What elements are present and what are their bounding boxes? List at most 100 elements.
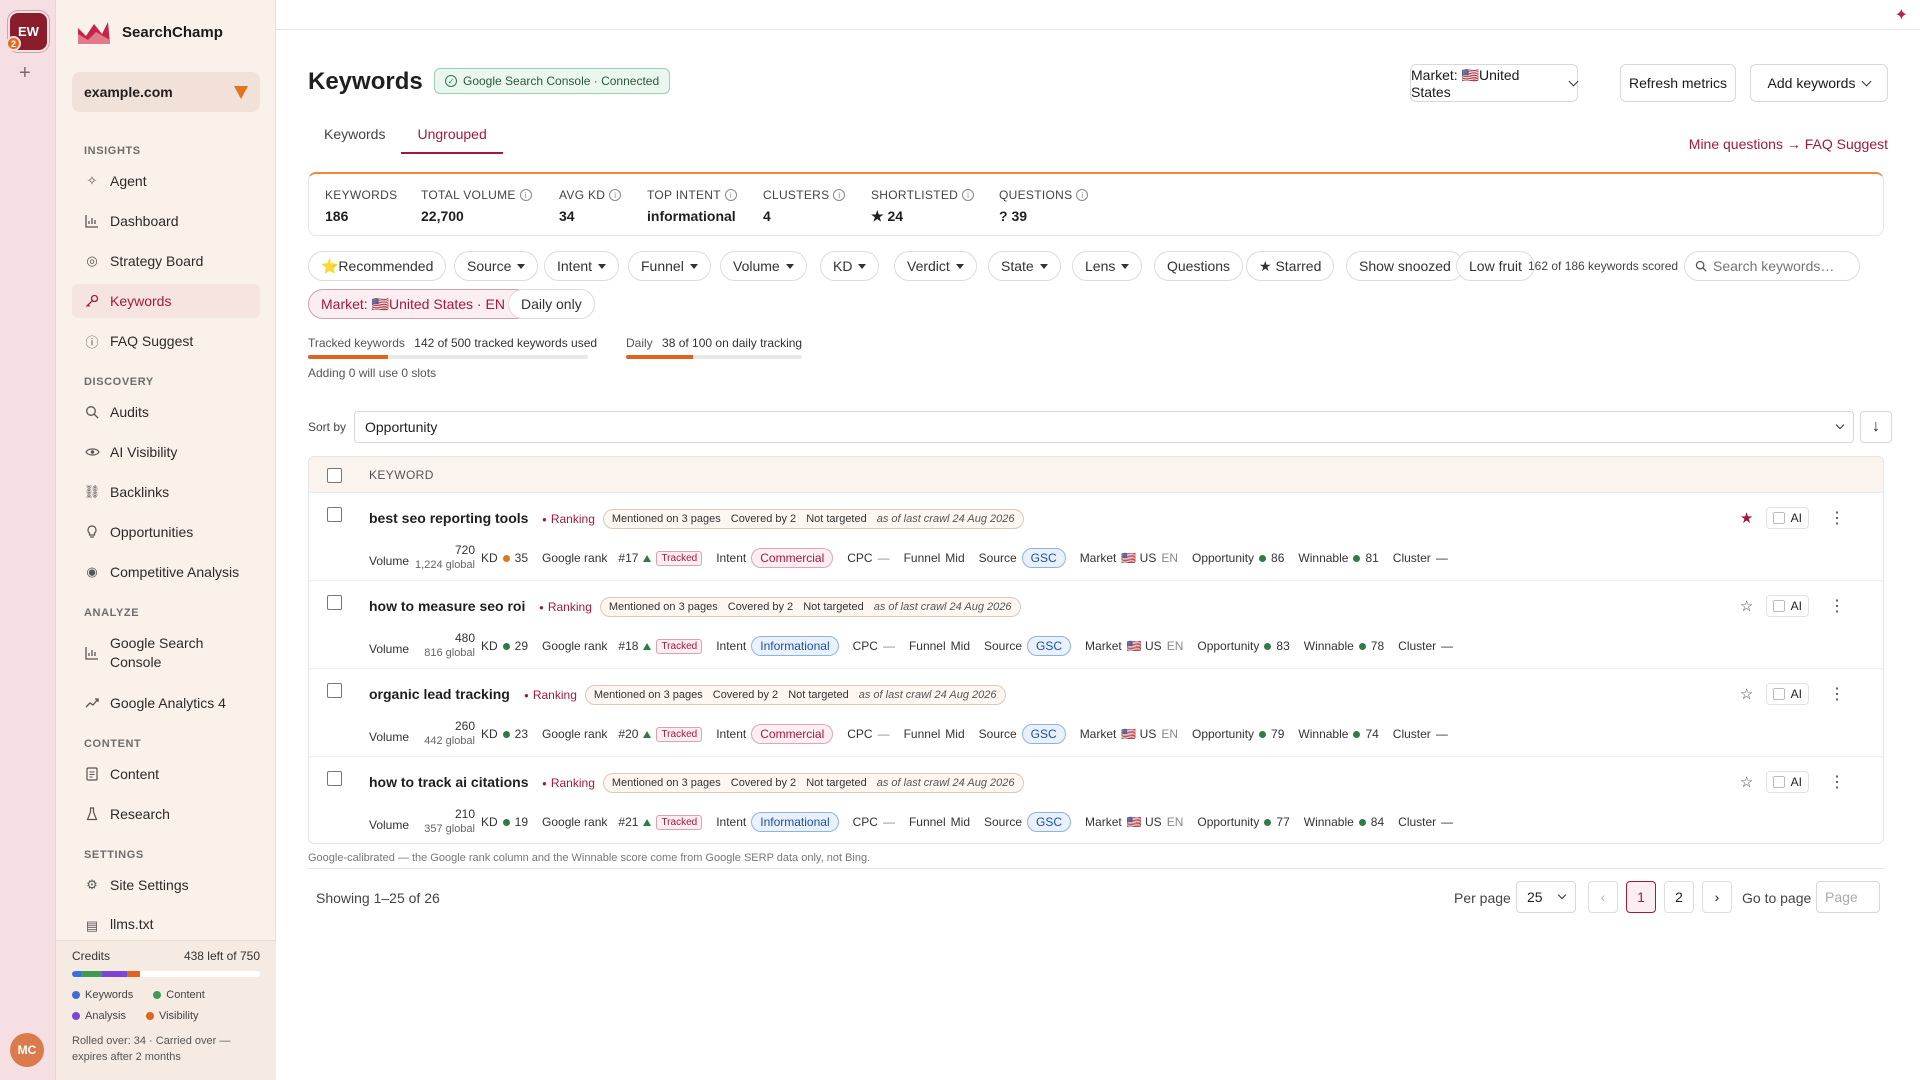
page-2-button[interactable]: 2 [1664,881,1694,913]
sort-direction-button[interactable]: ↓ [1860,411,1892,443]
add-keywords-button[interactable]: Add keywords [1750,64,1888,102]
sidebar-item-site-settings[interactable]: ⚙ Site Settings [72,868,260,902]
sidebar-item-keywords[interactable]: Keywords [72,284,260,318]
source-pill[interactable]: GSC [1021,548,1066,568]
row-checkbox[interactable] [327,771,342,786]
filter-verdict[interactable]: Verdict [894,251,977,281]
trend-up-icon [643,730,652,738]
sidebar-item-content[interactable]: Content [72,757,260,791]
ai-checkbox[interactable] [1772,776,1785,788]
keyword-text[interactable]: organic lead tracking [369,686,510,702]
more-options-icon[interactable]: ⋮ [1829,508,1845,528]
sidebar-item-google-analytics-4[interactable]: Google Analytics 4 [72,686,260,720]
source-pill[interactable]: GSC [1027,812,1072,832]
brand[interactable]: SearchChamp [76,18,223,46]
row-checkbox[interactable] [327,507,342,522]
filter-kd[interactable]: KD [820,251,880,281]
per-page-select[interactable]: 25 [1516,881,1576,913]
ai-sparkle-icon[interactable]: ✦ [1895,5,1908,25]
sidebar-item-audits[interactable]: Audits [72,395,260,429]
filter-starred[interactable]: ★ Starred [1246,251,1335,281]
sidebar-item-strategy-board[interactable]: ◎ Strategy Board [72,244,260,278]
ai-toggle[interactable]: AI [1765,683,1809,705]
source-pill[interactable]: GSC [1027,636,1072,656]
intent-pill[interactable]: Informational [751,636,839,656]
filter-show-snoozed[interactable]: Show snoozed [1346,251,1464,281]
sidebar-item-google-search-console[interactable]: Google Search Console [72,631,260,675]
sort-select[interactable]: Opportunity [354,411,1854,443]
row-checkbox[interactable] [327,595,342,610]
info-icon[interactable]: i [519,189,532,201]
prev-page-button[interactable]: ‹ [1588,881,1618,913]
search-box[interactable] [1684,251,1860,281]
tab-ungrouped[interactable]: Ungrouped [401,118,503,154]
keyword-text[interactable]: how to measure seo roi [369,598,525,614]
star-icon[interactable]: ☆ [1738,597,1756,615]
refresh-metrics-button[interactable]: Refresh metrics [1620,64,1736,102]
filter-low-fruit[interactable]: Low fruit [1456,251,1535,281]
filter-lens[interactable]: Lens [1072,251,1143,281]
info-icon[interactable]: i [833,189,846,201]
ai-toggle[interactable]: AI [1765,771,1809,793]
info-icon[interactable]: i [609,189,622,201]
sidebar-item-competitive-analysis[interactable]: ◉ Competitive Analysis [72,555,260,589]
more-options-icon[interactable]: ⋮ [1829,596,1845,616]
intent-pill[interactable]: Commercial [751,548,834,568]
star-icon[interactable]: ★ [1738,509,1756,527]
user-avatar[interactable]: MC [10,1033,44,1067]
next-page-button[interactable]: › [1702,881,1732,913]
star-icon[interactable]: ☆ [1738,773,1756,791]
keyword-text[interactable]: how to track ai citations [369,774,528,790]
chevron-down-icon [1835,420,1845,430]
sidebar-item-faq-suggest[interactable]: ⓘ FAQ Suggest [72,324,260,358]
market-select-button[interactable]: Market: 🇺🇸United States [1410,64,1579,102]
keyword-text[interactable]: best seo reporting tools [369,510,528,526]
search-input[interactable] [1713,258,1853,274]
filter-daily-only[interactable]: Daily only [508,289,595,319]
faq-suggest-link[interactable]: Mine questions → FAQ Suggest [1689,136,1888,152]
table-row[interactable]: how to track ai citations Ranking Mentio… [309,757,1883,843]
filter-market[interactable]: Market: 🇺🇸United States · EN [308,289,532,319]
filter-intent[interactable]: Intent [544,251,620,281]
intent-pill[interactable]: Informational [751,812,839,832]
filter-state[interactable]: State [988,251,1061,281]
chevron-down-icon [1557,890,1567,900]
sidebar-item-ai-visibility[interactable]: AI Visibility [72,435,260,469]
page-1-button[interactable]: 1 [1626,881,1656,913]
filter-recommended[interactable]: ⭐Recommended [308,251,447,281]
ai-checkbox[interactable] [1772,688,1785,700]
more-options-icon[interactable]: ⋮ [1829,684,1845,704]
goto-page-input[interactable]: Page [1816,881,1880,913]
sidebar-item-agent[interactable]: ✧ Agent [72,164,260,198]
ai-checkbox[interactable] [1772,512,1785,524]
intent-pill[interactable]: Commercial [751,724,834,744]
info-icon[interactable]: i [724,189,737,201]
select-all-checkbox[interactable] [327,468,342,483]
table-row[interactable]: how to measure seo roi Ranking Mentioned… [309,581,1883,669]
sidebar-item-dashboard[interactable]: Dashboard [72,204,260,238]
add-workspace-button[interactable]: + [19,62,31,85]
sidebar-item-llms-txt[interactable]: ▤ llms.txt [72,908,260,934]
ai-toggle[interactable]: AI [1765,595,1809,617]
star-icon[interactable]: ☆ [1738,685,1756,703]
row-checkbox[interactable] [327,683,342,698]
filter-funnel[interactable]: Funnel [628,251,711,281]
sidebar-item-research[interactable]: Research [72,797,260,831]
tab-keywords[interactable]: Keywords [308,118,401,154]
table-row[interactable]: best seo reporting tools Ranking Mention… [309,493,1883,581]
ai-checkbox[interactable] [1772,600,1785,612]
info-icon[interactable]: i [962,189,975,201]
filter-source[interactable]: Source [454,251,539,281]
sidebar-item-backlinks[interactable]: ⛓ Backlinks [72,475,260,509]
sidebar-item-opportunities[interactable]: Opportunities [72,515,260,549]
ai-toggle[interactable]: AI [1765,507,1809,529]
filter-volume[interactable]: Volume [720,251,807,281]
source-pill[interactable]: GSC [1021,724,1066,744]
filter-questions[interactable]: Questions [1154,251,1244,281]
site-selector[interactable]: example.com [72,72,260,112]
kd-indicator-dot [502,554,510,562]
table-row[interactable]: organic lead tracking Ranking Mentioned … [309,669,1883,757]
opportunity-metric: Opportunity 79 [1192,727,1285,741]
more-options-icon[interactable]: ⋮ [1829,772,1845,792]
info-icon[interactable]: i [1076,189,1089,201]
